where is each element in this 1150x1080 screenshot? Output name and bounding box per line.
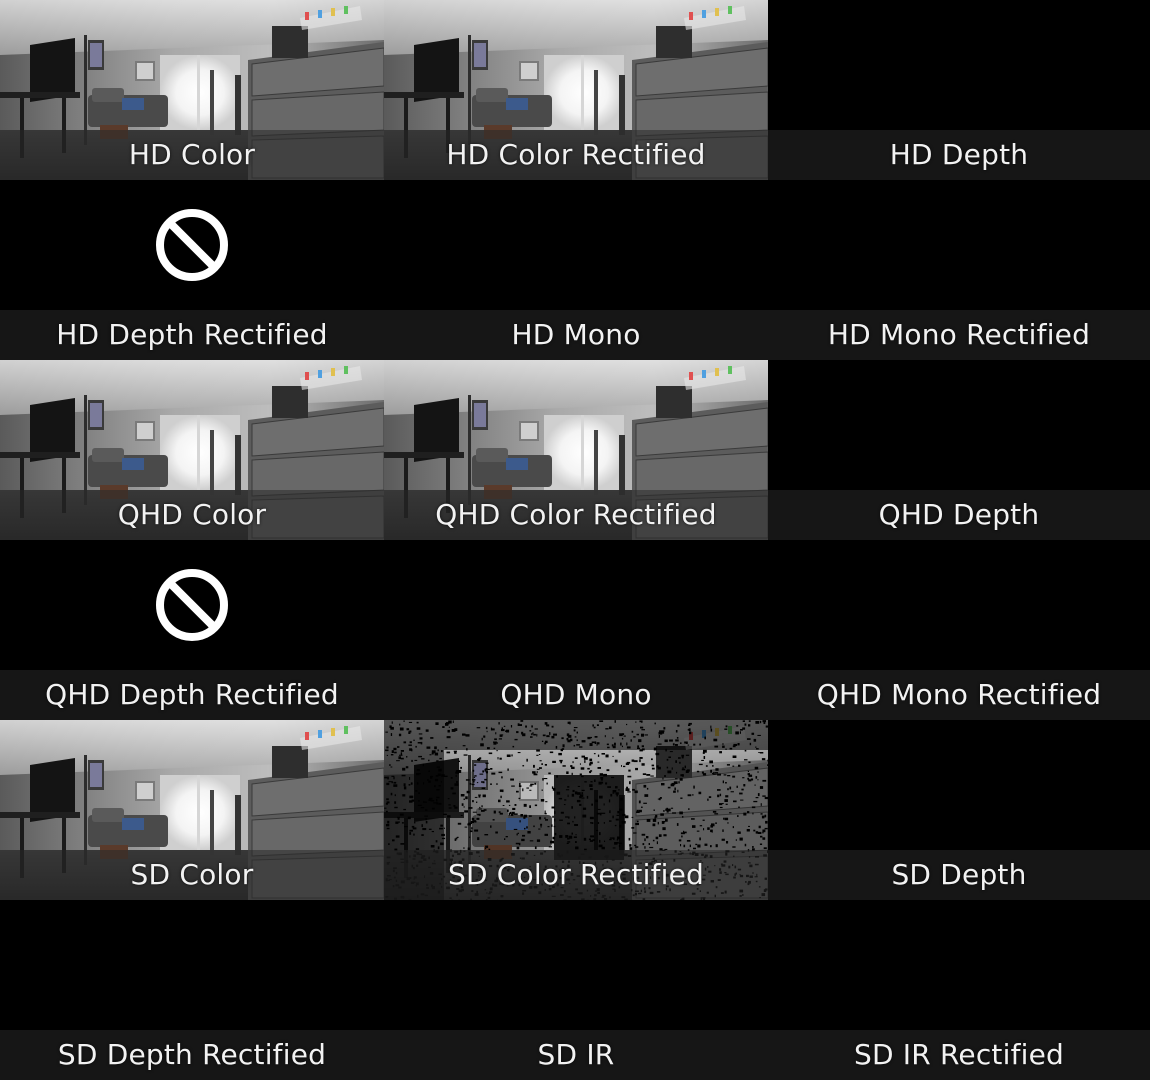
view-label: HD Depth xyxy=(889,138,1029,171)
no-image-blocked-icon xyxy=(155,208,229,282)
view-label: SD IR Rectified xyxy=(853,1038,1065,1071)
view-label: SD Depth xyxy=(891,858,1027,891)
view-tile-sd-color[interactable]: SD Color xyxy=(0,720,384,900)
camera-view-grid: HD Color HD Color Rectified HD Depth HD Dep… xyxy=(0,0,1150,1080)
view-tile-hd-color-rectified[interactable]: HD Color Rectified xyxy=(384,0,768,180)
view-tile-qhd-color-rectified[interactable]: QHD Color Rectified xyxy=(384,360,768,540)
view-tile-qhd-depth[interactable]: QHD Depth xyxy=(768,360,1150,540)
view-tile-hd-color[interactable]: HD Color xyxy=(0,0,384,180)
view-tile-qhd-color[interactable]: QHD Color xyxy=(0,360,384,540)
view-tile-sd-color-rectified[interactable]: SD Color Rectified xyxy=(384,720,768,900)
view-label: QHD Mono xyxy=(500,678,652,711)
view-label: SD Color Rectified xyxy=(447,858,705,891)
view-label: QHD Color xyxy=(117,498,267,531)
view-tile-sd-ir-rectified[interactable]: SD IR Rectified xyxy=(768,900,1150,1080)
view-tile-sd-depth[interactable]: SD Depth xyxy=(768,720,1150,900)
view-tile-qhd-mono[interactable]: QHD Mono xyxy=(384,540,768,720)
view-tile-qhd-mono-rectified[interactable]: QHD Mono Rectified xyxy=(768,540,1150,720)
view-label: HD Mono xyxy=(511,318,641,351)
view-label: HD Color Rectified xyxy=(446,138,706,171)
view-label: HD Mono Rectified xyxy=(827,318,1091,351)
view-label: SD IR xyxy=(537,1038,615,1071)
no-image-blocked-icon xyxy=(155,568,229,642)
view-tile-qhd-depth-rectified[interactable]: QHD Depth Rectified xyxy=(0,540,384,720)
view-tile-hd-mono[interactable]: HD Mono xyxy=(384,180,768,360)
view-label: HD Depth Rectified xyxy=(56,318,328,351)
view-tile-hd-mono-rectified[interactable]: HD Mono Rectified xyxy=(768,180,1150,360)
view-label: SD Depth Rectified xyxy=(57,1038,327,1071)
view-label: SD Color xyxy=(130,858,254,891)
view-label: QHD Depth xyxy=(878,498,1040,531)
view-tile-sd-ir[interactable]: SD IR xyxy=(384,900,768,1080)
view-tile-sd-depth-rectified[interactable]: SD Depth Rectified xyxy=(0,900,384,1080)
view-label: HD Color xyxy=(128,138,256,171)
view-tile-hd-depth-rectified[interactable]: HD Depth Rectified xyxy=(0,180,384,360)
view-label: QHD Depth Rectified xyxy=(45,678,339,711)
view-tile-hd-depth[interactable]: HD Depth xyxy=(768,0,1150,180)
view-label: QHD Color Rectified xyxy=(435,498,717,531)
view-label: QHD Mono Rectified xyxy=(816,678,1102,711)
